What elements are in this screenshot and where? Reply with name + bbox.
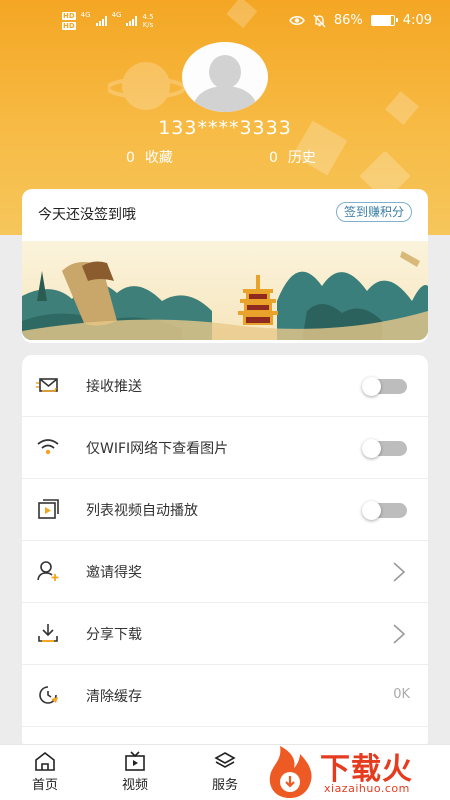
tab-home[interactable]: 首页 xyxy=(15,751,75,793)
tab-label: 服务 xyxy=(211,778,238,793)
favorites-label: 收藏 xyxy=(144,150,173,166)
cache-size: 0K xyxy=(393,687,410,702)
wifi-images-toggle[interactable] xyxy=(362,439,407,458)
signal-icon xyxy=(95,16,107,26)
sign-in-button[interactable]: 签到赚积分 xyxy=(335,202,412,222)
favorites-stat[interactable]: 0 收藏 xyxy=(126,147,173,167)
network-speed-unit: K/s xyxy=(142,21,154,29)
tab-service[interactable]: 服务 xyxy=(195,751,255,793)
history-stat[interactable]: 0 历史 xyxy=(269,147,316,167)
watermark-url: xiazaihuo.com xyxy=(324,782,410,795)
history-label: 历史 xyxy=(287,150,316,166)
network-type-label: 4G xyxy=(111,11,122,19)
battery-percent: 86% xyxy=(333,13,363,28)
setting-label: 列表视频自动播放 xyxy=(86,503,198,519)
tab-label: 首页 xyxy=(31,778,58,793)
autoplay-toggle[interactable] xyxy=(362,501,407,520)
download-icon xyxy=(38,624,58,642)
setting-clear-cache[interactable]: 清除缓存 0K xyxy=(22,665,428,727)
layers-icon xyxy=(214,752,236,768)
video-icon xyxy=(125,751,145,771)
landscape-illustration xyxy=(22,241,428,340)
setting-label: 清除缓存 xyxy=(86,689,142,705)
sign-in-banner[interactable] xyxy=(22,241,428,340)
sign-in-text: 今天还没签到哦 xyxy=(38,207,136,223)
tab-video[interactable]: 视频 xyxy=(105,751,165,793)
flame-logo-icon xyxy=(269,746,312,798)
avatar-head xyxy=(209,55,241,89)
push-toggle[interactable] xyxy=(362,377,407,396)
clock: 4:09 xyxy=(402,13,432,28)
battery-icon xyxy=(370,15,398,26)
setting-wifi-images[interactable]: 仅WIFI网络下查看图片 xyxy=(22,417,428,479)
user-phone[interactable]: 133****3333 xyxy=(0,117,450,139)
wifi-icon xyxy=(37,439,59,455)
home-icon xyxy=(35,751,55,771)
tab-label: 视频 xyxy=(121,778,148,793)
settings-card: 接收推送 仅WIFI网络下查看图片 列表视频自动播放 邀请得奖 分享下载 清除缓… xyxy=(22,355,428,750)
watermark: 下载火 xiazaihuo.com xyxy=(262,742,450,800)
status-bar: HD HD 4G 4G 4.5 K/s 86% 4:09 xyxy=(0,0,450,42)
chevron-right-icon xyxy=(393,562,406,582)
eye-icon xyxy=(289,16,305,25)
network-speed-value: 4.5 xyxy=(142,13,154,21)
network-type-label: 4G xyxy=(80,11,91,19)
setting-label: 接收推送 xyxy=(86,379,142,395)
setting-autoplay[interactable]: 列表视频自动播放 xyxy=(22,479,428,541)
planet-decoration xyxy=(108,62,186,110)
history-count: 0 xyxy=(269,150,278,166)
video-play-icon xyxy=(38,499,59,519)
signal-icon xyxy=(126,16,138,26)
favorites-count: 0 xyxy=(126,150,135,166)
hd-badge: HD xyxy=(62,22,76,30)
setting-invite[interactable]: 邀请得奖 xyxy=(22,541,428,603)
setting-label: 分享下载 xyxy=(86,627,142,643)
setting-label: 邀请得奖 xyxy=(86,565,142,581)
avatar-body xyxy=(194,86,256,112)
mute-bell-icon xyxy=(313,14,326,27)
setting-label: 仅WIFI网络下查看图片 xyxy=(86,441,229,457)
network-speed: 4.5 K/s xyxy=(142,13,153,29)
chevron-right-icon xyxy=(393,624,406,644)
avatar[interactable] xyxy=(182,42,268,112)
invite-user-icon xyxy=(37,561,59,581)
envelope-icon xyxy=(36,378,58,392)
hd-badge: HD xyxy=(62,12,76,20)
setting-share-download[interactable]: 分享下载 xyxy=(22,603,428,665)
sign-in-card: 今天还没签到哦 签到赚积分 xyxy=(22,189,428,343)
setting-receive-push[interactable]: 接收推送 xyxy=(22,355,428,417)
clear-cache-icon xyxy=(39,686,58,704)
